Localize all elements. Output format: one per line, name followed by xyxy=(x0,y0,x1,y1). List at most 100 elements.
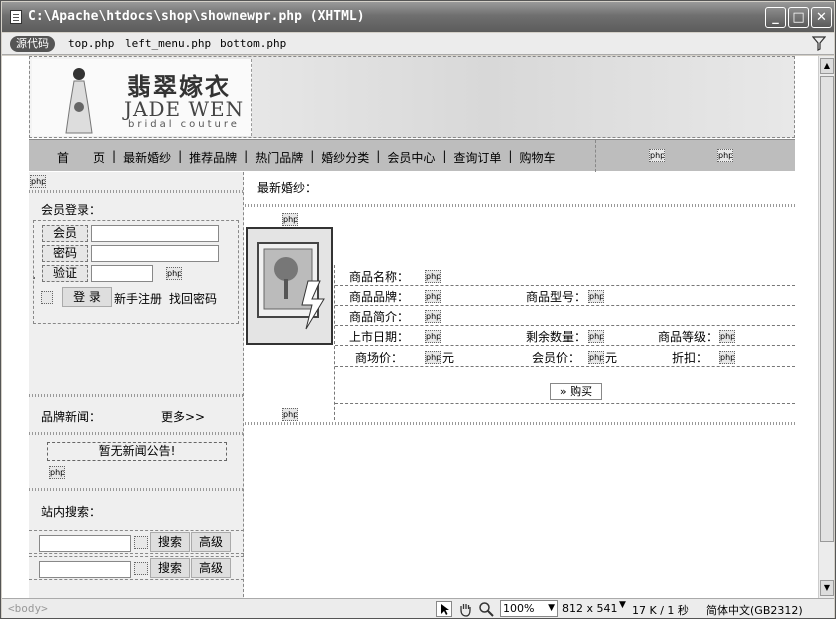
stock-label: 剩余数量： xyxy=(526,330,587,344)
brand-tagline: bridal couture xyxy=(128,119,240,130)
logo-area: 翡翠嫁衣 JADE WEN bridal couture xyxy=(32,59,252,136)
php-icon: php xyxy=(719,330,735,343)
product-model-label: 商品型号： xyxy=(526,290,587,304)
form-icon xyxy=(134,536,148,549)
product-name-label: 商品名称： xyxy=(349,270,410,284)
chevron-down-icon: ▼ xyxy=(548,603,555,613)
php-icon: php xyxy=(717,149,733,162)
nav-item-new-gowns[interactable]: 最新婚纱 xyxy=(123,149,171,166)
nav-item-home[interactable]: 首 页 xyxy=(57,149,105,166)
page-header: 翡翠嫁衣 JADE WEN bridal couture xyxy=(29,56,795,138)
php-icon: php xyxy=(719,351,735,364)
chevron-down-icon[interactable]: ▼ xyxy=(619,600,626,610)
nav-item-categories[interactable]: 婚纱分类 xyxy=(321,149,369,166)
maximize-button[interactable]: □ xyxy=(788,7,809,28)
form-icon xyxy=(41,291,53,304)
scroll-up-arrow[interactable]: ▲ xyxy=(820,58,834,74)
title-bar: C:\Apache\htdocs\shop\shownewpr.php (XHT… xyxy=(2,2,834,32)
bride-image xyxy=(65,68,93,134)
search-row: 搜索 高级 xyxy=(29,530,244,554)
tab-left-menu-php[interactable]: left_menu.php xyxy=(125,37,211,50)
close-button[interactable]: ✕ xyxy=(811,7,832,28)
login-title: 会员登录： xyxy=(41,203,102,217)
nav-item-member[interactable]: 会员中心 xyxy=(387,149,435,166)
grade-label: 商品等级： xyxy=(658,330,719,344)
php-icon: php xyxy=(282,408,298,421)
filter-icon[interactable] xyxy=(812,36,826,51)
more-news-link[interactable]: 更多>> xyxy=(161,408,205,425)
sidebar: php 会员登录： 会员 密码 验证 php 登 录 新手注册 找回密码 品牌新… xyxy=(29,172,244,598)
php-icon: php xyxy=(282,213,298,226)
design-view: 翡翠嫁衣 JADE WEN bridal couture 首 页 | 最新婚纱 | … xyxy=(2,56,818,598)
search-button[interactable]: 搜索 xyxy=(150,558,190,578)
php-icon: php xyxy=(425,270,441,283)
download-size: 17 K / 1 秒 xyxy=(632,604,689,617)
status-bar: <body> 100% ▼ 812 x 541 ▼ 17 K / 1 秒 简体中… xyxy=(2,598,834,618)
scroll-thumb[interactable] xyxy=(820,76,834,542)
php-icon: php xyxy=(649,149,665,162)
discount-label: 折扣： xyxy=(672,351,709,365)
nav-item-recommended[interactable]: 推荐品牌 xyxy=(189,149,237,166)
product-image xyxy=(246,227,333,345)
php-icon: php xyxy=(588,351,604,364)
php-icon: php xyxy=(166,267,182,280)
buy-button[interactable]: » 购买 xyxy=(550,383,602,400)
broken-image-icon xyxy=(257,242,325,330)
advanced-search-button[interactable]: 高级 xyxy=(191,558,231,578)
php-icon: php xyxy=(588,290,604,303)
nav-php-area: php php xyxy=(595,140,795,172)
encoding-label: 简体中文(GB2312) xyxy=(706,604,803,617)
vertical-scrollbar[interactable]: ▲ ▼ xyxy=(818,56,834,598)
site-search-title: 站内搜索： xyxy=(41,505,102,519)
product-area: 最新婚纱： php php 商品名称： php 商品品牌： php 商品型号： xyxy=(245,172,795,598)
member-price-label: 会员价： xyxy=(532,351,581,365)
scroll-down-arrow[interactable]: ▼ xyxy=(820,580,834,596)
product-brand-label: 商品品牌： xyxy=(349,290,410,304)
verify-input[interactable] xyxy=(91,265,153,282)
search-input[interactable] xyxy=(39,535,131,552)
password-input[interactable] xyxy=(91,245,219,262)
hand-tool-icon[interactable] xyxy=(457,601,473,617)
search-row: 搜索 高级 xyxy=(29,556,244,580)
file-tab-bar: 源代码 top.php left_menu.php bottom.php xyxy=(2,33,834,55)
search-button[interactable]: 搜索 xyxy=(150,532,190,552)
php-icon: php xyxy=(30,175,46,188)
market-price-label: 商场价： xyxy=(355,351,404,365)
tag-selector[interactable]: <body> xyxy=(8,602,48,615)
no-news-text: 暂无新闻公告! xyxy=(98,444,176,458)
nav-item-hot-brands[interactable]: 热门品牌 xyxy=(255,149,303,166)
zoom-select[interactable]: 100% ▼ xyxy=(500,600,558,617)
member-price-unit: 元 xyxy=(605,351,618,365)
news-title: 品牌新闻： xyxy=(41,410,102,424)
member-input[interactable] xyxy=(91,225,219,242)
minimize-button[interactable]: _ xyxy=(765,7,786,28)
editor-window: C:\Apache\htdocs\shop\shownewpr.php (XHT… xyxy=(0,0,836,619)
search-input[interactable] xyxy=(39,561,131,578)
php-icon: php xyxy=(588,330,604,343)
php-icon: php xyxy=(425,330,441,343)
recover-password-link[interactable]: 找回密码 xyxy=(169,290,217,307)
form-icon xyxy=(134,562,148,575)
brand-name-en: JADE WEN xyxy=(124,97,245,121)
password-label: 密码 xyxy=(42,245,88,262)
member-label: 会员 xyxy=(42,225,88,242)
nav-item-orders[interactable]: 查询订单 xyxy=(453,149,501,166)
nav-links: 首 页 | 最新婚纱 | 推荐品牌 | 热门品牌 | 婚纱分类 | 会员中心 | 查询订单 |… xyxy=(57,149,556,166)
php-icon: php xyxy=(49,466,65,479)
zoom-tool-icon[interactable] xyxy=(478,601,494,617)
pointer-tool-icon[interactable] xyxy=(436,601,452,617)
nav-item-cart[interactable]: 购物车 xyxy=(519,149,555,166)
tab-bottom-php[interactable]: bottom.php xyxy=(220,37,286,50)
main-nav: 首 页 | 最新婚纱 | 推荐品牌 | 热门品牌 | 婚纱分类 | 会员中心 | 查询订单 |… xyxy=(29,139,795,172)
tab-top-php[interactable]: top.php xyxy=(68,37,114,50)
login-box: 会员 密码 验证 php 登 录 新手注册 找回密码 xyxy=(33,220,239,324)
advanced-search-button[interactable]: 高级 xyxy=(191,532,231,552)
verify-label: 验证 xyxy=(42,265,88,282)
window-size[interactable]: 812 x 541 xyxy=(562,602,618,615)
document-icon xyxy=(10,10,22,24)
news-notice: 暂无新闻公告! xyxy=(47,442,227,461)
register-link[interactable]: 新手注册 xyxy=(114,290,162,307)
php-icon: php xyxy=(425,290,441,303)
login-button[interactable]: 登 录 xyxy=(62,287,112,307)
source-code-tab[interactable]: 源代码 xyxy=(10,36,55,52)
